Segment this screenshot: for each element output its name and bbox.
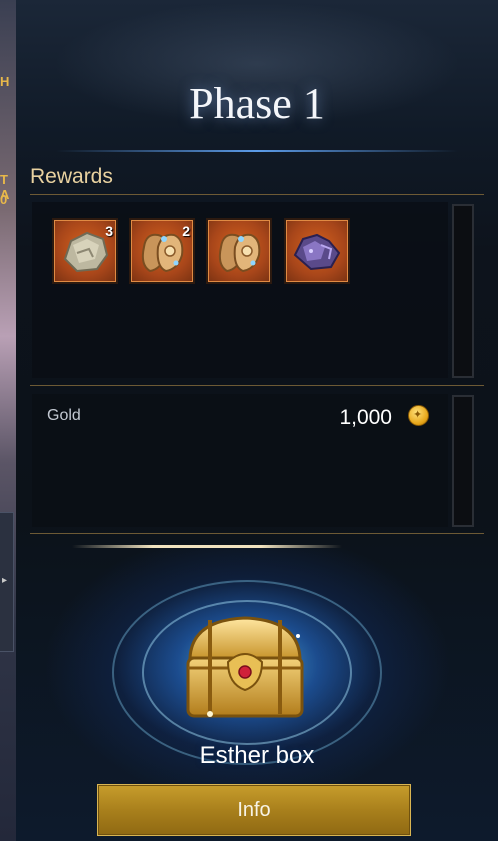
purple-crystal-ore-icon xyxy=(293,233,341,271)
gold-coin-icon: ✦ xyxy=(408,405,429,426)
gold-label: Gold xyxy=(47,407,81,424)
earring-accessory-icon xyxy=(218,233,261,273)
reward-item-slot[interactable] xyxy=(284,218,350,284)
reward-item-slot[interactable] xyxy=(206,218,272,284)
info-button[interactable]: Info xyxy=(97,784,411,836)
background-tag: 0 xyxy=(0,192,8,207)
gold-amount: 1,000 xyxy=(339,406,392,429)
section-divider xyxy=(30,533,484,534)
collapse-tab[interactable]: ▸ xyxy=(0,512,14,652)
reward-panel: Phase 1 Rewards 3 2 Gold 1,000 ✦ Esther … xyxy=(16,0,498,841)
treasure-chest-icon xyxy=(186,616,304,718)
item-count: 3 xyxy=(105,223,113,239)
chevron-right-icon: ▸ xyxy=(2,575,8,586)
item-count: 2 xyxy=(182,223,190,239)
items-scrollbar[interactable] xyxy=(452,204,474,378)
section-divider xyxy=(30,385,484,386)
header-divider xyxy=(56,150,458,152)
reward-item-slot[interactable]: 2 xyxy=(129,218,195,284)
background-ui-strip: H T A 0 ▸ xyxy=(0,0,16,841)
chest-name: Esther box xyxy=(199,742,315,769)
gold-scrollbar[interactable] xyxy=(452,395,474,527)
earring-accessory-icon xyxy=(141,233,184,273)
rewards-divider xyxy=(30,194,484,195)
stone-ore-icon xyxy=(63,231,109,273)
phase-title: Phase 1 xyxy=(189,79,325,128)
rewards-heading: Rewards xyxy=(30,165,113,188)
background-tag: H xyxy=(0,74,10,89)
reward-item-slot[interactable]: 3 xyxy=(52,218,118,284)
